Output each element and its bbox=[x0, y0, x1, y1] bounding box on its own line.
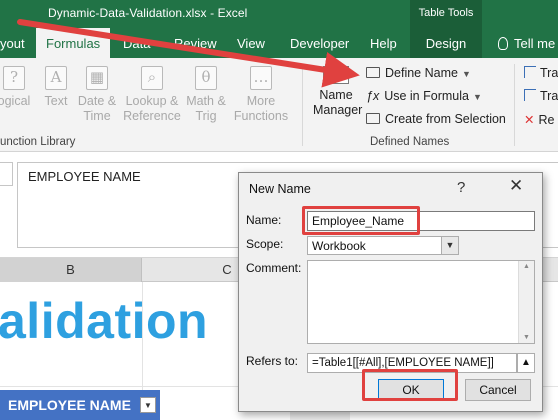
remove-arrows-icon: ✕ bbox=[524, 113, 535, 127]
tab-data[interactable]: Data bbox=[123, 36, 150, 51]
lookup-reference-button[interactable]: ⌕ Lookup & Reference bbox=[122, 66, 182, 124]
create-from-selection-label: Create from Selection bbox=[385, 112, 506, 126]
trace-precedents-icon bbox=[524, 66, 536, 78]
scroll-up-icon[interactable]: ▲ bbox=[523, 263, 530, 270]
ribbon-tabs: yout Formulas Data Review View Developer… bbox=[0, 28, 558, 58]
logical-button[interactable]: ? ogical bbox=[0, 66, 34, 109]
comment-label: Comment: bbox=[246, 261, 302, 275]
tab-layout[interactable]: yout bbox=[0, 36, 25, 51]
lookup-label-1: Lookup & bbox=[125, 94, 179, 108]
name-manager-label-1: Name bbox=[319, 88, 353, 102]
scope-value: Workbook bbox=[312, 239, 366, 253]
logical-icon: ? bbox=[3, 66, 25, 90]
remove-arrows-button[interactable]: ✕ Re bbox=[524, 112, 554, 127]
lookup-label-2: Reference bbox=[123, 109, 181, 123]
highlight-name-field bbox=[302, 206, 420, 235]
math-trig-button[interactable]: θ Math & Trig bbox=[184, 66, 228, 124]
more-functions-label-2: Functions bbox=[233, 109, 289, 123]
defined-names-label: Defined Names bbox=[370, 136, 450, 148]
function-library-label: unction Library bbox=[0, 136, 76, 148]
trace-precedents-button[interactable]: Tra bbox=[524, 66, 558, 80]
define-name-icon bbox=[366, 67, 380, 78]
remove-arrows-label: Re bbox=[538, 113, 555, 127]
tab-design[interactable]: Design bbox=[410, 28, 482, 58]
close-icon[interactable]: ✕ bbox=[509, 176, 523, 196]
name-manager-button[interactable]: Name Manager bbox=[313, 66, 363, 118]
tab-formulas[interactable]: Formulas bbox=[36, 28, 111, 58]
text-icon: A bbox=[45, 66, 67, 90]
tab-view[interactable]: View bbox=[237, 36, 265, 51]
math-trig-label-2: Trig bbox=[195, 109, 217, 123]
column-header-b[interactable]: B bbox=[0, 258, 142, 282]
scope-label: Scope: bbox=[246, 237, 284, 251]
trace-dependents-button[interactable]: Tra bbox=[524, 89, 558, 103]
chevron-down-icon: ▼ bbox=[461, 69, 471, 79]
date-time-button[interactable]: ▦ Date & Time bbox=[76, 66, 118, 124]
name-box[interactable] bbox=[0, 162, 13, 186]
window-title: Dynamic-Data-Validation.xlsx - Excel bbox=[48, 6, 248, 20]
scroll-down-icon[interactable]: ▼ bbox=[523, 334, 530, 341]
define-name-button[interactable]: Define Name ▼ bbox=[366, 66, 471, 80]
table-tools-label: Table Tools bbox=[410, 0, 482, 28]
trace-precedents-label: Tra bbox=[540, 66, 558, 80]
chevron-down-icon[interactable]: ▼ bbox=[441, 237, 458, 254]
more-functions-button[interactable]: … More Functions bbox=[230, 66, 292, 124]
fx-icon: ƒx bbox=[366, 89, 380, 103]
formula-content: EMPLOYEE NAME bbox=[28, 169, 141, 184]
more-functions-icon: … bbox=[250, 66, 272, 90]
name-manager-label-2: Manager bbox=[313, 103, 363, 117]
use-in-formula-label: Use in Formula bbox=[384, 89, 469, 103]
filter-dropdown-icon[interactable]: ▼ bbox=[140, 397, 156, 413]
scope-select[interactable]: Workbook ▼ bbox=[307, 236, 459, 255]
name-label: Name: bbox=[246, 213, 282, 227]
highlight-ok-button bbox=[362, 369, 458, 401]
create-from-selection-icon bbox=[366, 113, 380, 124]
table-header-label: EMPLOYEE NAME bbox=[8, 397, 131, 413]
ribbon-formulas: ? ogical A Text ▦ Date & Time ⌕ Lookup &… bbox=[0, 58, 558, 152]
calendar-icon: ▦ bbox=[86, 66, 108, 90]
help-icon[interactable]: ? bbox=[457, 179, 465, 196]
theta-icon: θ bbox=[195, 66, 217, 90]
chevron-down-icon: ▼ bbox=[472, 92, 482, 102]
trace-dependents-label: Tra bbox=[540, 89, 558, 103]
date-time-label-2: Time bbox=[83, 109, 111, 123]
create-from-selection-button[interactable]: Create from Selection bbox=[366, 112, 506, 126]
refers-to-label: Refers to: bbox=[246, 354, 299, 368]
tell-me-search[interactable]: Tell me bbox=[498, 36, 555, 51]
dialog-title: New Name bbox=[249, 182, 311, 196]
table-header-cell[interactable]: EMPLOYEE NAME ▼ bbox=[0, 390, 160, 420]
lightbulb-icon bbox=[498, 37, 508, 50]
tab-review[interactable]: Review bbox=[174, 36, 217, 51]
text-label: Text bbox=[44, 94, 68, 108]
ribbon-divider bbox=[514, 64, 515, 146]
tell-me-label: Tell me bbox=[514, 36, 556, 51]
more-functions-label-1: More bbox=[246, 94, 276, 108]
logical-label: ogical bbox=[0, 94, 31, 108]
collapse-dialog-icon[interactable]: ▲ bbox=[517, 353, 535, 373]
tab-developer[interactable]: Developer bbox=[290, 36, 349, 51]
sheet-title-text: alidation bbox=[0, 293, 209, 349]
comment-scrollbar[interactable]: ▲ ▼ bbox=[518, 261, 534, 343]
tab-help[interactable]: Help bbox=[370, 36, 397, 51]
cancel-button[interactable]: Cancel bbox=[465, 379, 531, 401]
text-button[interactable]: A Text bbox=[40, 66, 72, 109]
math-trig-label-1: Math & bbox=[186, 94, 226, 108]
trace-dependents-icon bbox=[524, 89, 536, 101]
use-in-formula-button[interactable]: ƒx Use in Formula ▼ bbox=[366, 89, 482, 103]
name-manager-icon bbox=[323, 66, 349, 84]
title-bar: Dynamic-Data-Validation.xlsx - Excel Tab… bbox=[0, 0, 558, 28]
define-name-label: Define Name bbox=[385, 66, 458, 80]
ribbon-divider bbox=[302, 64, 303, 146]
date-time-label-1: Date & bbox=[77, 94, 117, 108]
lookup-icon: ⌕ bbox=[141, 66, 163, 90]
comment-field[interactable]: ▲ ▼ bbox=[307, 260, 535, 344]
